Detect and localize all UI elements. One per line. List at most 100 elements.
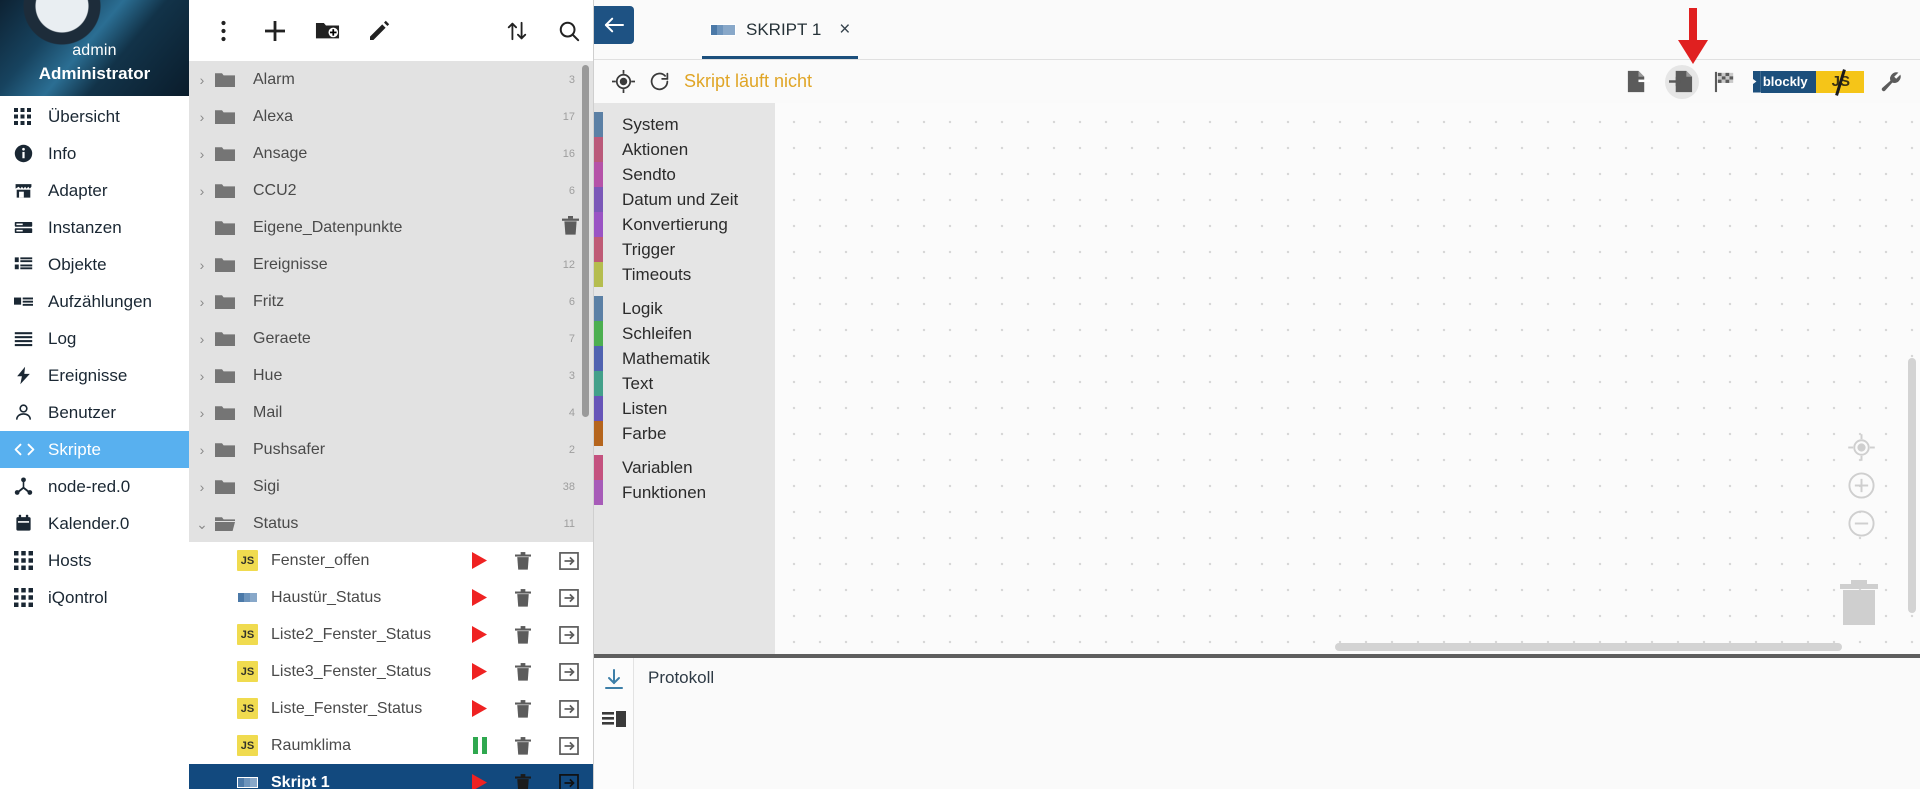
tree-script-row-selected[interactable]: Skript 1: [189, 764, 593, 789]
run-script-icon[interactable]: [472, 663, 487, 680]
workspace-hscrollbar[interactable]: [1335, 643, 1842, 651]
toolbox-category-sendto[interactable]: Sendto: [594, 162, 775, 187]
sidebar-item-adapter[interactable]: Adapter: [0, 172, 189, 209]
sidebar-item-objekte[interactable]: Objekte: [0, 246, 189, 283]
export-script-icon[interactable]: [559, 736, 579, 755]
chevron-right-icon[interactable]: ›: [189, 480, 215, 494]
tree-scrollbar-thumb[interactable]: [582, 65, 589, 417]
toolbox-category-konvertierung[interactable]: Konvertierung: [594, 212, 775, 237]
workspace-trash-icon[interactable]: [1836, 575, 1882, 632]
export-script-icon[interactable]: [559, 625, 579, 644]
delete-folder-icon[interactable]: [562, 215, 579, 240]
tree-folder-row[interactable]: › Alexa 17: [189, 98, 593, 135]
export-script-icon[interactable]: [559, 699, 579, 718]
run-script-icon[interactable]: [472, 552, 487, 569]
export-script-icon[interactable]: [559, 662, 579, 681]
workspace-vscrollbar[interactable]: [1908, 358, 1916, 613]
delete-script-icon[interactable]: [515, 625, 531, 644]
delete-script-icon[interactable]: [515, 773, 531, 789]
tree-script-row[interactable]: JS Fenster_offen: [189, 542, 593, 579]
tree-script-row[interactable]: Haustür_Status: [189, 579, 593, 616]
toolbox-category-funktionen[interactable]: Funktionen: [594, 480, 775, 505]
tree-script-row[interactable]: JS Liste2_Fenster_Status: [189, 616, 593, 653]
tree-folder-row[interactable]: Eigene_Datenpunkte: [189, 209, 593, 246]
tree-scrollbar-track[interactable]: ▲: [582, 61, 591, 789]
sidebar-item-kalender[interactable]: Kalender.0: [0, 505, 189, 542]
rename-icon[interactable]: [355, 7, 403, 55]
sidebar-item-instanzen[interactable]: Instanzen: [0, 209, 189, 246]
export-script-icon[interactable]: [559, 588, 579, 607]
wrench-icon[interactable]: [1874, 65, 1908, 99]
tree-folder-row[interactable]: › Sigi 38: [189, 468, 593, 505]
sidebar-item-ereignisse[interactable]: Ereignisse: [0, 357, 189, 394]
zoom-out-icon[interactable]: [1847, 509, 1876, 543]
export-script-icon[interactable]: [559, 551, 579, 570]
tree-folder-row[interactable]: › Hue 3: [189, 357, 593, 394]
checkered-flag-icon[interactable]: [1709, 65, 1743, 99]
tree-folder-row[interactable]: › Alarm 3: [189, 61, 593, 98]
chevron-right-icon[interactable]: ›: [189, 184, 215, 198]
toolbox-category-datum-und-zeit[interactable]: Datum und Zeit: [594, 187, 775, 212]
chevron-right-icon[interactable]: ›: [189, 147, 215, 161]
reload-icon[interactable]: [649, 71, 670, 92]
toolbox-category-farbe[interactable]: Farbe: [594, 421, 775, 446]
more-menu-icon[interactable]: [199, 7, 247, 55]
toolbox-category-aktionen[interactable]: Aktionen: [594, 137, 775, 162]
delete-script-icon[interactable]: [515, 588, 531, 607]
sidebar-item-info[interactable]: Info: [0, 135, 189, 172]
zoom-in-icon[interactable]: [1847, 471, 1876, 505]
delete-script-icon[interactable]: [515, 699, 531, 718]
back-arrow-icon[interactable]: [594, 6, 634, 44]
tree-script-row[interactable]: JS Liste3_Fenster_Status: [189, 653, 593, 690]
delete-script-icon[interactable]: [515, 551, 531, 570]
crosshair-icon[interactable]: [612, 70, 635, 93]
tree-folder-row[interactable]: › Pushsafer 2: [189, 431, 593, 468]
run-script-icon[interactable]: [472, 700, 487, 717]
toolbox-category-mathematik[interactable]: Mathematik: [594, 346, 775, 371]
toolbox-category-trigger[interactable]: Trigger: [594, 237, 775, 262]
toolbox-category-listen[interactable]: Listen: [594, 396, 775, 421]
blockly-canvas[interactable]: [775, 103, 1920, 654]
tree-folder-row[interactable]: › CCU2 6: [189, 172, 593, 209]
delete-script-icon[interactable]: [515, 662, 531, 681]
add-folder-icon[interactable]: [303, 7, 351, 55]
sidebar-item-benutzer[interactable]: Benutzer: [0, 394, 189, 431]
chevron-right-icon[interactable]: ›: [189, 332, 215, 346]
sidebar-item-uebersicht[interactable]: Übersicht: [0, 98, 189, 135]
chevron-right-icon[interactable]: ›: [189, 110, 215, 124]
tree-folder-row[interactable]: › Mail 4: [189, 394, 593, 431]
chevron-right-icon[interactable]: ›: [189, 295, 215, 309]
chevron-right-icon[interactable]: ›: [189, 406, 215, 420]
sort-icon[interactable]: [493, 7, 541, 55]
sidebar-item-aufzaehlungen[interactable]: Aufzählungen: [0, 283, 189, 320]
tree-folder-row[interactable]: › Geraete 7: [189, 320, 593, 357]
tree-folder-row[interactable]: › Ereignisse 12: [189, 246, 593, 283]
sidebar-item-iqontrol[interactable]: iQontrol: [0, 579, 189, 616]
language-toggle[interactable]: blockly JS: [1752, 68, 1864, 96]
delete-script-icon[interactable]: [515, 736, 531, 755]
chevron-right-icon[interactable]: ›: [189, 73, 215, 87]
tab-skript-1[interactable]: SKRIPT 1 ×: [694, 0, 866, 59]
tree-folder-row-status[interactable]: ⌄ Status 11: [189, 505, 593, 542]
tree-folder-row[interactable]: › Ansage 16: [189, 135, 593, 172]
sidebar-item-log[interactable]: Log: [0, 320, 189, 357]
toolbox-category-timeouts[interactable]: Timeouts: [594, 262, 775, 287]
run-script-icon[interactable]: [472, 589, 487, 606]
tree-script-row[interactable]: JS Raumklima: [189, 727, 593, 764]
blocks-export-icon[interactable]: [1621, 65, 1655, 99]
add-script-icon[interactable]: [251, 7, 299, 55]
close-icon[interactable]: ×: [839, 19, 850, 41]
search-icon[interactable]: [545, 7, 593, 55]
center-workspace-icon[interactable]: [1847, 433, 1876, 467]
chevron-down-icon[interactable]: ⌄: [189, 517, 215, 531]
run-script-icon[interactable]: [472, 626, 487, 643]
sidebar-item-node-red[interactable]: node-red.0: [0, 468, 189, 505]
toolbox-category-logik[interactable]: Logik: [594, 296, 775, 321]
chevron-right-icon[interactable]: ›: [189, 443, 215, 457]
blocks-import-icon[interactable]: [1664, 64, 1699, 99]
toolbox-category-schleifen[interactable]: Schleifen: [594, 321, 775, 346]
scroll-to-bottom-icon[interactable]: [603, 668, 625, 697]
export-script-icon[interactable]: [559, 773, 579, 789]
lang-blockly-label[interactable]: blockly: [1760, 70, 1816, 93]
tree-script-row[interactable]: JS Liste_Fenster_Status: [189, 690, 593, 727]
